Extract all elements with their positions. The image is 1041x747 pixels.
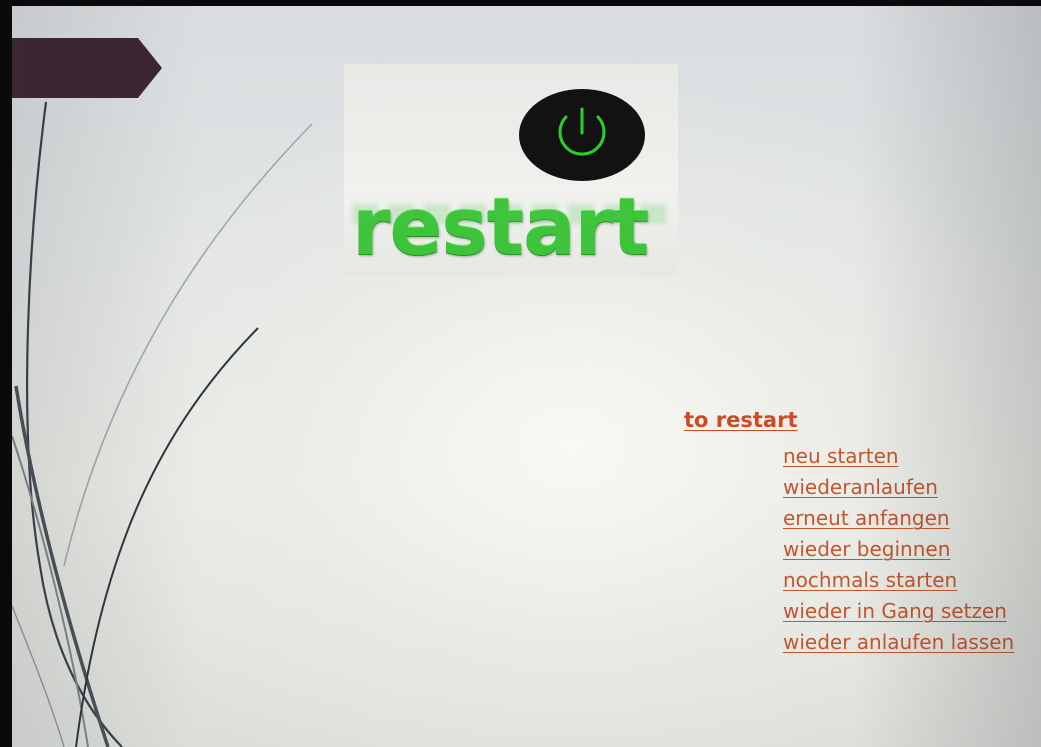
translation-link[interactable]: wieder beginnen — [783, 534, 1014, 565]
screen: restart to restart neu starten wiederanl… — [0, 0, 1041, 747]
translation-link[interactable]: neu starten — [783, 441, 1014, 472]
translation-link[interactable]: wiederanlaufen — [783, 472, 1014, 503]
translation-link[interactable]: wieder anlaufen lassen — [783, 627, 1014, 658]
translation-link[interactable]: wieder in Gang setzen — [783, 596, 1014, 627]
decorative-swooshes — [12, 101, 313, 747]
translation-link[interactable]: nochmals starten — [783, 565, 1014, 596]
term-link-to-restart[interactable]: to restart — [684, 408, 797, 432]
power-icon — [519, 89, 645, 181]
restart-logo: restart — [344, 64, 678, 276]
logo-text: restart — [352, 183, 649, 273]
restart-logo-word: restart — [344, 180, 678, 276]
title-tab-shape — [12, 38, 162, 98]
logo-reflection — [352, 204, 670, 224]
translation-link[interactable]: erneut anfangen — [783, 503, 1014, 534]
presentation-slide: restart to restart neu starten wiederanl… — [12, 6, 1041, 747]
translation-list: neu starten wiederanlaufen erneut anfang… — [783, 441, 1014, 658]
